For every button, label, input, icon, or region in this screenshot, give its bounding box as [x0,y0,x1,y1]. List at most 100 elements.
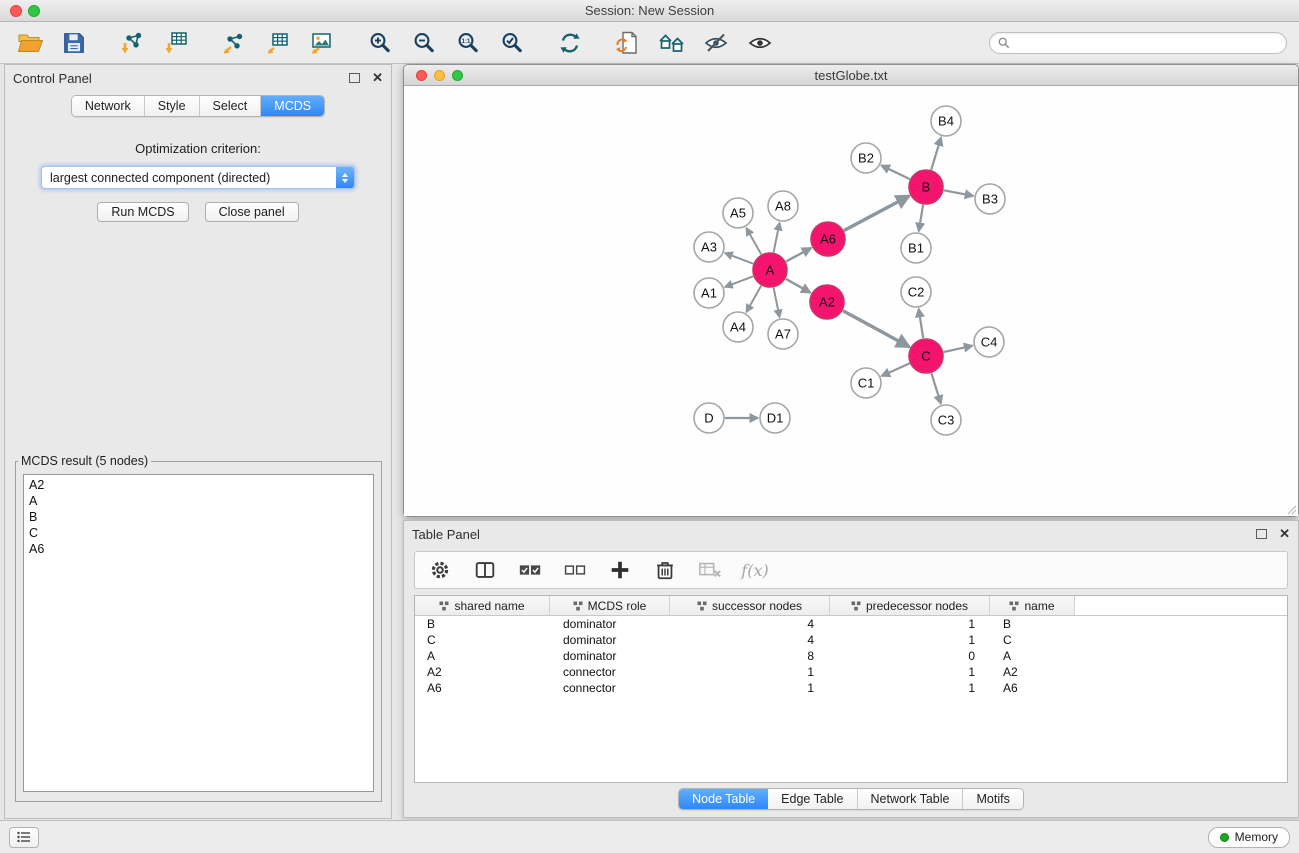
graph-edge-B-B2[interactable] [881,165,909,179]
graph-edge-A-A3[interactable] [725,253,753,264]
graph-node-A7[interactable]: A7 [768,319,798,349]
show-columns-button[interactable] [470,555,500,585]
graph-edge-A2-C[interactable] [843,311,910,347]
result-item[interactable]: C [29,525,368,541]
column-header-mcds-role[interactable]: MCDS role [550,596,670,615]
tab-edge-table[interactable]: Edge Table [768,789,857,809]
float-panel-button[interactable] [349,73,360,83]
delete-column-button[interactable] [650,555,680,585]
graph-node-A6[interactable]: A6 [811,222,845,256]
deselect-all-button[interactable] [560,555,590,585]
graph-node-C[interactable]: C [909,339,943,373]
result-item[interactable]: A6 [29,541,368,557]
run-mcds-button[interactable]: Run MCDS [97,202,188,222]
column-header-name[interactable]: name [990,596,1075,615]
graph-edge-A-A7[interactable] [774,288,780,318]
apply-function-button[interactable]: f(x) [740,555,770,585]
graph-node-A3[interactable]: A3 [694,232,724,262]
column-header-successor-nodes[interactable]: successor nodes [670,596,830,615]
graph-edge-C-C4[interactable] [944,346,973,352]
graph-node-A5[interactable]: A5 [723,198,753,228]
show-details-button[interactable] [742,26,778,60]
graph-edge-C-C1[interactable] [882,363,910,376]
resize-grip[interactable] [1285,503,1297,515]
graph-edge-A-A4[interactable] [746,286,761,312]
graph-node-A[interactable]: A [753,253,787,287]
table-row[interactable]: Cdominator41C [415,632,1287,648]
search-input[interactable] [1015,36,1278,50]
graph-node-C1[interactable]: C1 [851,368,881,398]
network-canvas[interactable]: B4 B2 B B3 A8 A5 A6 A3 B1 A C2 A1 A2 A4 A7 C4 C C1 C3 D D1 [404,86,1298,516]
import-table-button[interactable] [158,26,194,60]
tab-network[interactable]: Network [72,96,145,116]
close-panel-button[interactable]: ✕ [372,73,383,83]
document-arrows-button[interactable] [610,26,646,60]
graph-node-B1[interactable]: B1 [901,233,931,263]
result-item[interactable]: A2 [29,477,368,493]
select-all-button[interactable] [515,555,545,585]
save-session-button[interactable] [56,26,92,60]
export-table-button[interactable] [260,26,296,60]
close-table-panel-button[interactable]: ✕ [1279,529,1290,539]
graph-edge-B-B3[interactable] [944,190,974,196]
table-row[interactable]: Adominator80A [415,648,1287,664]
graph-node-A1[interactable]: A1 [694,278,724,308]
zoom-actual-size-button[interactable]: 1:1 [450,26,486,60]
tab-node-table[interactable]: Node Table [679,789,768,809]
graph-node-A4[interactable]: A4 [723,312,753,342]
tab-style[interactable]: Style [145,96,200,116]
graph-node-B4[interactable]: B4 [931,106,961,136]
graph-node-C3[interactable]: C3 [931,405,961,435]
graph-edge-A6-B[interactable] [844,196,909,231]
graph-node-C2[interactable]: C2 [901,277,931,307]
network-minimize-button[interactable] [434,70,445,81]
graph-node-B2[interactable]: B2 [851,143,881,173]
graph-edge-A-A6[interactable] [786,248,811,262]
import-network-button[interactable] [114,26,150,60]
graph-edge-A-A5[interactable] [746,228,761,254]
column-header-shared-name[interactable]: shared name [415,596,550,615]
graph-node-A8[interactable]: A8 [768,191,798,221]
tab-select[interactable]: Select [200,96,262,116]
tab-mcds[interactable]: MCDS [261,96,324,116]
network-zoom-button[interactable] [452,70,463,81]
network-graph[interactable]: B4 B2 B B3 A8 A5 A6 A3 B1 A C2 A1 A2 A4 A7 C4 C C1 C3 D D1 [404,86,1298,516]
graph-edge-C-C2[interactable] [919,309,924,338]
graph-edge-B-B1[interactable] [919,205,923,231]
table-settings-button[interactable] [425,555,455,585]
export-image-button[interactable] [304,26,340,60]
zoom-in-button[interactable] [362,26,398,60]
column-header-predecessor-nodes[interactable]: predecessor nodes [830,596,990,615]
add-column-button[interactable] [605,555,635,585]
graph-edge-B-B4[interactable] [931,137,941,170]
export-network-button[interactable] [216,26,252,60]
graph-edge-A-A2[interactable] [786,279,811,293]
graph-node-C4[interactable]: C4 [974,327,1004,357]
graph-node-A2[interactable]: A2 [810,285,844,319]
open-session-button[interactable] [12,26,48,60]
graph-node-B[interactable]: B [909,170,943,204]
graph-node-B3[interactable]: B3 [975,184,1005,214]
float-table-panel-button[interactable] [1256,529,1267,539]
graph-node-D1[interactable]: D1 [760,403,790,433]
apply-layout-button[interactable] [552,26,588,60]
tab-network-table[interactable]: Network Table [858,789,964,809]
tab-motifs[interactable]: Motifs [963,789,1022,809]
zoom-fit-button[interactable] [494,26,530,60]
criterion-dropdown[interactable]: largest connected component (directed) [41,166,355,189]
hide-details-button[interactable] [698,26,734,60]
graph-edge-A-A1[interactable] [725,276,753,287]
zoom-out-button[interactable] [406,26,442,60]
first-neighbors-button[interactable] [654,26,690,60]
graph-edge-A-A8[interactable] [774,223,780,253]
result-item[interactable]: B [29,509,368,525]
graph-node-D[interactable]: D [694,403,724,433]
delete-table-button[interactable] [695,555,725,585]
network-close-button[interactable] [416,70,427,81]
table-row[interactable]: A6connector11A6 [415,680,1287,696]
task-history-button[interactable] [9,827,39,848]
table-row[interactable]: Bdominator41B [415,616,1287,632]
graph-edge-C-C3[interactable] [931,373,941,404]
close-panel-button-mcds[interactable]: Close panel [205,202,299,222]
table-row[interactable]: A2connector11A2 [415,664,1287,680]
